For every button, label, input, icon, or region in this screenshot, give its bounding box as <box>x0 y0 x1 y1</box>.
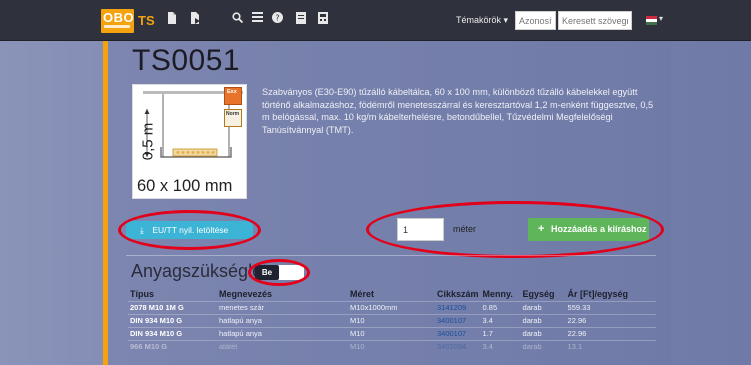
topics-dropdown[interactable]: Témakörök ▾ <box>456 15 508 26</box>
accent-bar <box>103 41 108 365</box>
column-header: Ár [Ft]/egység <box>567 288 629 299</box>
cell-name: menetes szár <box>217 300 348 314</box>
text-search-input[interactable] <box>558 11 632 30</box>
hungary-flag-icon[interactable] <box>646 16 657 25</box>
obo-logo[interactable]: OBO <box>101 9 134 33</box>
column-header: Méret <box>350 288 375 299</box>
cell-type: 966 M10 G <box>128 339 217 353</box>
exx-badge-icon: Exx <box>224 87 242 105</box>
norm-badge-icon: Norm <box>224 109 242 127</box>
toggle-on-label: Be <box>255 265 279 280</box>
product-code-title: TS0051 <box>132 44 241 77</box>
column-header: Cikkszám <box>437 288 479 299</box>
app-name[interactable]: TS <box>138 13 155 28</box>
column-header: Egység <box>522 288 555 299</box>
cell-price: 22.96 <box>565 313 656 327</box>
unit-label: méter <box>453 224 477 234</box>
table-row: DIN 934 M10 G hatlapú anya M10 3400107 3… <box>128 313 656 327</box>
id-search-input[interactable] <box>515 11 556 30</box>
cell-article-link[interactable]: 3141209 <box>435 300 481 314</box>
materials-table: Típus Megnevezés Méret Cikkszám Menny. E… <box>128 287 656 353</box>
document-icon[interactable] <box>165 12 179 26</box>
cell-unit: darab <box>520 326 566 340</box>
cell-unit: darab <box>520 313 566 327</box>
add-label: Hozzáadás a kiíráshoz <box>550 224 647 234</box>
download-declaration-button[interactable]: ⤓ EU/TT nyil. letöltése <box>126 221 253 239</box>
language-caret-icon[interactable]: ▾ <box>659 14 663 23</box>
dimension-vertical-label: 0,5 m <box>139 122 157 161</box>
quantity-input[interactable] <box>397 218 444 241</box>
cell-quantity: 0.85 <box>480 300 521 314</box>
materials-title: Anyagszükséglet <box>131 261 268 281</box>
search-icon[interactable] <box>230 12 244 26</box>
cell-size: M10x1000mm <box>348 300 435 314</box>
cell-name: hatlapú anya <box>217 326 348 340</box>
document-arrow-icon[interactable] <box>188 12 202 26</box>
table-row: 966 M10 G alátét M10 3402094 3.4 darab 1… <box>128 339 656 353</box>
cell-quantity: 1.7 <box>480 326 521 340</box>
cell-price: 559.33 <box>565 300 656 314</box>
cell-size: M10 <box>348 326 435 340</box>
table-row: 2078 M10 1M G menetes szár M10x1000mm 31… <box>128 300 656 314</box>
dimension-bottom-label: 60 x 100 mm <box>137 177 233 195</box>
exx-badge-label: Exx <box>227 89 237 95</box>
materials-toggle[interactable]: Be <box>255 265 304 280</box>
svg-text:?: ? <box>275 14 279 23</box>
cell-size: M10 <box>348 313 435 327</box>
help-icon[interactable]: ? <box>270 12 284 26</box>
cell-article-link[interactable]: 3400107 <box>435 326 481 340</box>
column-header: Menny. <box>482 288 513 299</box>
section-divider <box>126 255 656 256</box>
download-label: EU/TT nyil. letöltése <box>152 225 229 235</box>
product-diagram: 0,5 m 60 x 100 mm Exx Norm <box>132 84 247 199</box>
cell-name: hatlapú anya <box>217 313 348 327</box>
materials-header-row: Típus Megnevezés Méret Cikkszám Menny. E… <box>128 287 656 301</box>
cell-quantity: 3.4 <box>480 313 521 327</box>
add-to-spec-button[interactable]: + Hozzáadás a kiíráshoz <box>528 218 649 241</box>
cell-price: 13.1 <box>565 339 656 353</box>
product-description: Szabványos (E30-E90) tűzálló kábeltálca,… <box>262 87 654 135</box>
plus-icon: + <box>538 223 545 235</box>
cell-unit: darab <box>520 300 566 314</box>
cell-quantity: 3.4 <box>480 339 521 353</box>
calculator-icon[interactable] <box>316 12 330 26</box>
column-header: Típus <box>130 288 154 299</box>
norm-badge-label: Norm <box>226 111 240 117</box>
cell-type: DIN 934 M10 G <box>128 313 217 327</box>
column-header: Megnevezés <box>219 288 273 299</box>
cell-size: M10 <box>348 339 435 353</box>
cell-type: 2078 M10 1M G <box>128 300 217 314</box>
cell-name: alátét <box>217 339 348 353</box>
table-row: DIN 934 M10 G hatlapú anya M10 3400107 1… <box>128 326 656 340</box>
list-icon[interactable] <box>250 12 264 26</box>
cell-unit: darab <box>520 339 566 353</box>
cell-article-link[interactable]: 3400107 <box>435 313 481 327</box>
cell-article-link[interactable]: 3402094 <box>435 339 481 353</box>
cell-type: DIN 934 M10 G <box>128 326 217 340</box>
file-icon[interactable] <box>294 12 308 26</box>
download-icon: ⤓ <box>140 225 144 235</box>
logo-underline <box>104 25 130 28</box>
cell-price: 22.96 <box>565 326 656 340</box>
top-navbar: OBO TS ? Témakörök ▾ ▾ <box>0 0 751 41</box>
logo-text: OBO <box>103 10 135 25</box>
